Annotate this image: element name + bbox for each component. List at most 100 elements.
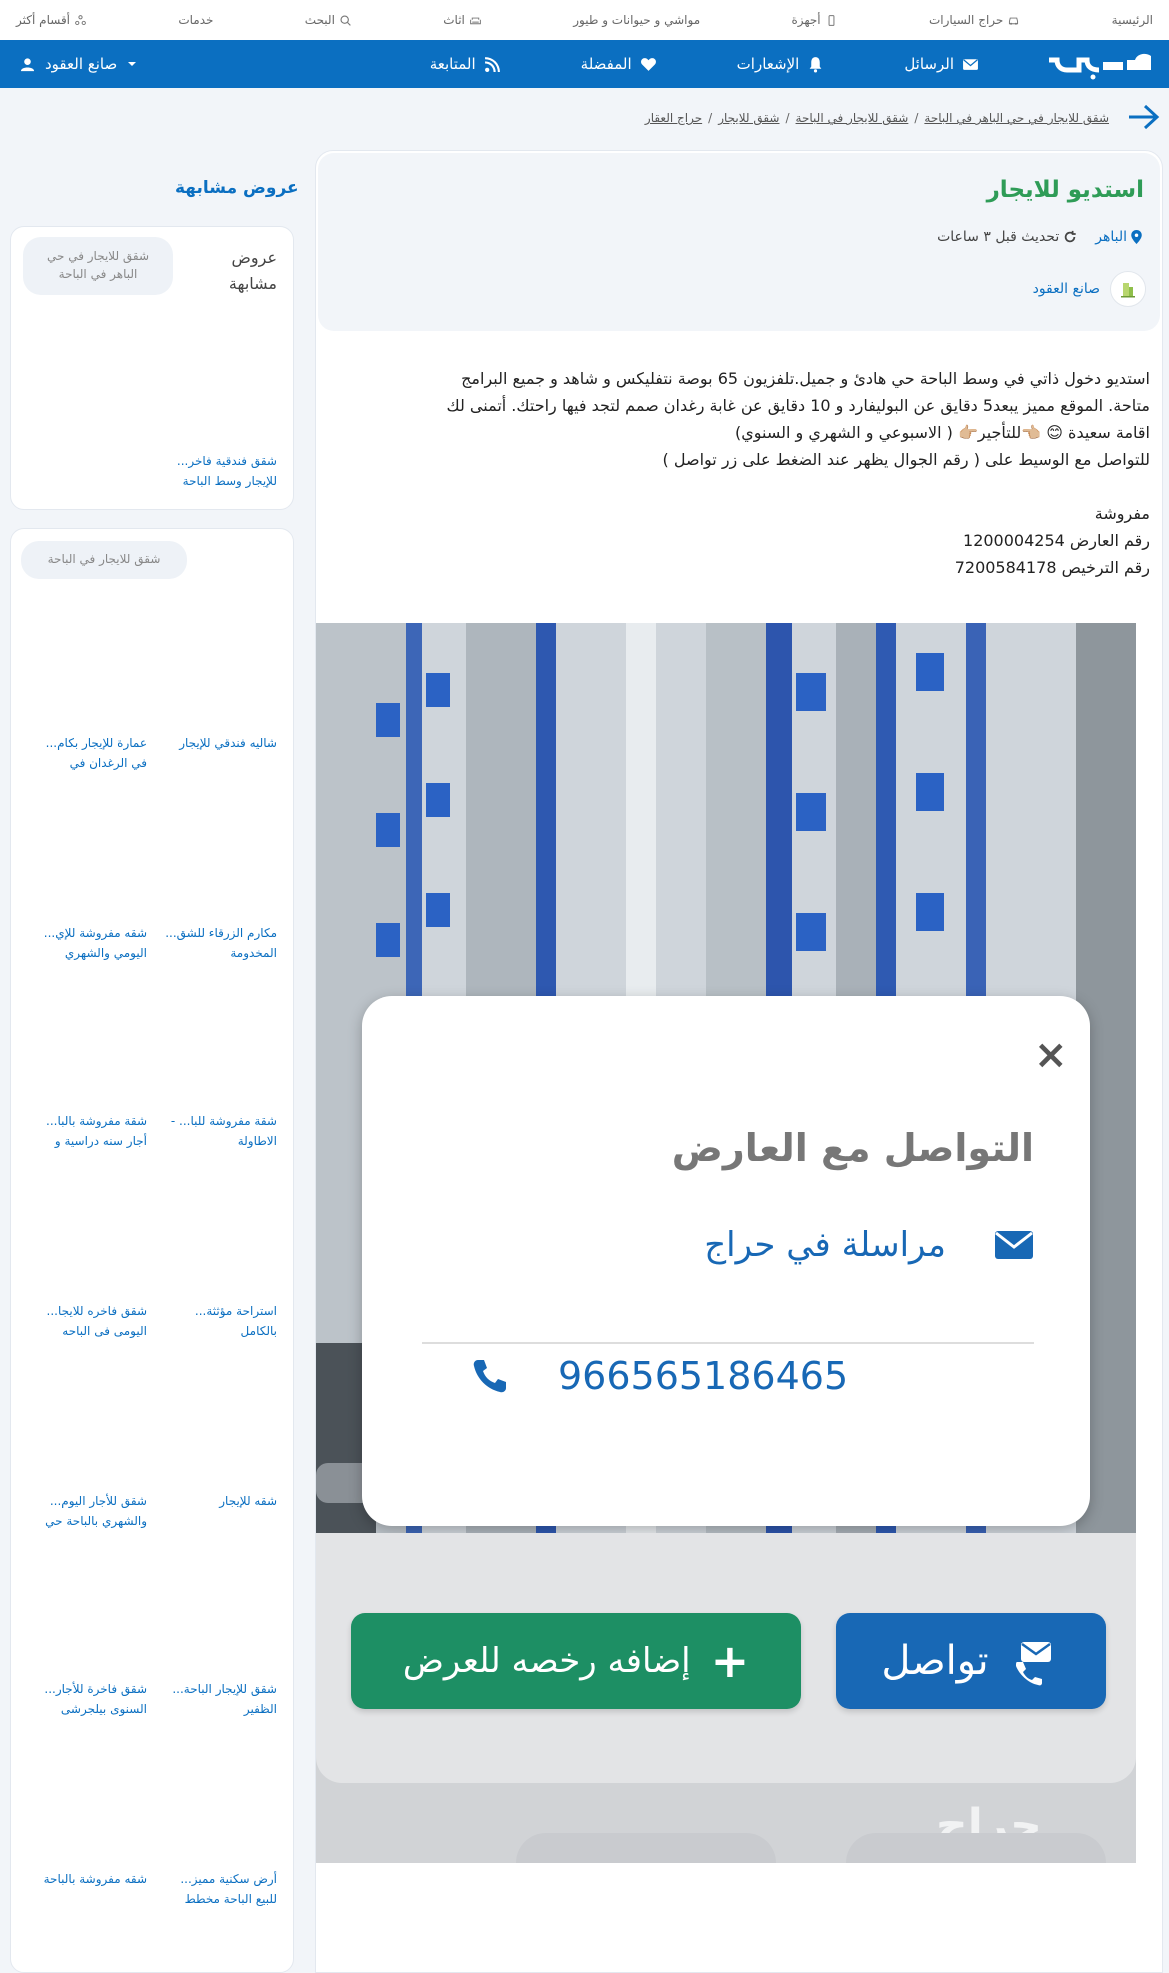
- faded-pill: [516, 1833, 776, 1863]
- similar-tag-pill[interactable]: شقق للايجار في الباحة: [21, 541, 187, 579]
- breadcrumb-separator: /: [914, 111, 919, 125]
- plus-icon: +: [710, 1634, 750, 1688]
- user-menu[interactable]: صانع العقود: [20, 40, 137, 88]
- updated-time: تحديث قبل ٣ ساعات: [937, 229, 1077, 245]
- top-link-label: حراج السيارات: [928, 13, 1004, 27]
- similar-link[interactable]: أرض سكنية مميز... للبيع الباحة مخطط: [157, 1869, 277, 1909]
- updated-text: تحديث قبل ٣ ساعات: [937, 229, 1060, 245]
- contact-phone-icon: [1015, 1642, 1051, 1686]
- app-bottom-bar: تواصل + إضافه رخصه للعرض حراج: [316, 1533, 1136, 1863]
- rss-icon: [484, 56, 500, 72]
- similar-link[interactable]: شقق للأجار اليوم... والشهري بالباحة حي: [27, 1491, 147, 1531]
- similar-offers-title: عروض مشابهة: [175, 178, 299, 198]
- top-link-search[interactable]: البحث: [305, 13, 352, 27]
- license-button-image: + إضافه رخصه للعرض: [351, 1613, 801, 1709]
- similar-link[interactable]: شقق فندقية فاخر... للإيجار وسط الباحة: [157, 451, 277, 491]
- similar-tag-pill[interactable]: شقق للايجار في حي الباهر في الباحة: [23, 237, 173, 295]
- top-link-label: أجهزة: [791, 13, 821, 27]
- sections-icon: [75, 14, 86, 25]
- modal-title: التواصل مع العارض: [671, 1126, 1034, 1170]
- haraj-logo[interactable]: [1041, 46, 1161, 82]
- similar-link[interactable]: شاليه فندقي للإيجار: [157, 733, 277, 753]
- similar-link[interactable]: شقق فاخره للايجا... اليومى فى الباحه: [27, 1301, 147, 1341]
- breadcrumb-item[interactable]: شقق للايجار في حي الباهر في الباحة: [924, 111, 1109, 125]
- breadcrumb-item[interactable]: حراج العقار: [645, 111, 702, 125]
- card-heading: عروض مشابهة: [228, 248, 277, 293]
- similar-link[interactable]: شقق للإيجار الباحة... الظفير: [157, 1679, 277, 1719]
- similar-link[interactable]: مكارم الزرقاء للشق... المخدومة: [157, 923, 277, 963]
- location-pin-icon: [1131, 230, 1142, 244]
- top-link-cars[interactable]: حراج السيارات: [929, 13, 1020, 27]
- author-name: صانع العقود: [1032, 281, 1100, 297]
- contact-button-image: تواصل: [836, 1613, 1106, 1709]
- phone-device-icon: [828, 14, 835, 26]
- similar-link[interactable]: شقه مفروشة بالباحة: [27, 1869, 147, 1889]
- city-name: الباهر: [1095, 229, 1127, 245]
- post-photo[interactable]: × التواصل مع العارض مراسلة في حراج 96656…: [316, 623, 1136, 1863]
- user-name: صانع العقود: [45, 55, 118, 73]
- caret-down-icon: [128, 62, 137, 66]
- phone-icon: [473, 1360, 506, 1393]
- top-link-more[interactable]: أقسام أكثر: [16, 13, 87, 27]
- envelope-icon: [963, 58, 978, 70]
- phone-option[interactable]: 966565186465: [422, 1346, 1034, 1406]
- similar-link[interactable]: شقه مفروشة للإي... اليومي والشهري: [27, 923, 147, 963]
- description-line: مفروشة: [1094, 504, 1150, 523]
- similar-link[interactable]: شقق فاخرة للأجار... السنوى بيلجرشى: [27, 1679, 147, 1719]
- building-logo-icon: [1121, 283, 1135, 298]
- breadcrumb-item[interactable]: شقق للايجار: [718, 111, 779, 125]
- top-link-services[interactable]: خدمات: [178, 13, 213, 27]
- nav-following[interactable]: المتابعة: [430, 55, 501, 73]
- top-link-furniture[interactable]: اثاث: [443, 13, 482, 27]
- faded-pill: [846, 1833, 1106, 1863]
- top-link-label: اثاث: [443, 13, 465, 27]
- breadcrumb-separator: /: [785, 111, 790, 125]
- top-link-label: البحث: [304, 13, 335, 27]
- top-link-label: خدمات: [178, 13, 214, 27]
- sofa-icon: [470, 17, 481, 24]
- nav-messages[interactable]: الرسائل: [904, 55, 979, 73]
- description-line: للتواصل مع الوسيط على ( رقم الجوال يظهر …: [662, 450, 1150, 469]
- top-link-home[interactable]: الرئيسية: [1112, 13, 1153, 27]
- post-panel: استديو للايجار الباهر تحديث قبل ٣ ساعات …: [315, 150, 1163, 1973]
- top-link-devices[interactable]: أجهزة: [791, 13, 837, 27]
- description-line: رقم الترخيص 7200584178: [954, 558, 1150, 577]
- post-header: استديو للايجار الباهر تحديث قبل ٣ ساعات …: [318, 153, 1160, 331]
- contact-label: تواصل: [881, 1638, 989, 1684]
- bell-icon: [809, 56, 822, 72]
- envelope-icon: [995, 1231, 1033, 1259]
- similar-link[interactable]: شقة مفروشة بالبا... أجار سنه دراسية و: [27, 1111, 147, 1151]
- license-label: إضافه رخصه للعرض: [402, 1641, 691, 1681]
- back-arrow-icon[interactable]: [1113, 102, 1161, 135]
- contact-modal: × التواصل مع العارض مراسلة في حراج 96656…: [362, 996, 1090, 1526]
- user-icon: [20, 57, 35, 71]
- similar-link[interactable]: شقة مفروشة للبا... - الاطاولة: [157, 1111, 277, 1151]
- similar-card-2: شقق للايجار في الباحة شاليه فندقي للإيجا…: [10, 528, 294, 1973]
- nav-label: الرسائل: [904, 55, 954, 73]
- post-meta: الباهر تحديث قبل ٣ ساعات: [937, 229, 1142, 245]
- similar-link[interactable]: شقه للإيجار: [157, 1491, 277, 1511]
- description-line: رقم العارض 1200004254: [963, 531, 1150, 550]
- description-line: استديو دخول ذاتي في وسط الباحة حي هادئ و…: [461, 369, 1150, 388]
- post-description: استديو دخول ذاتي في وسط الباحة حي هادئ و…: [316, 331, 1162, 581]
- nav-favorites[interactable]: المفضلة: [581, 55, 657, 73]
- main-navbar: الرسائل الإشعارات المفضلة المتابعة صانع …: [0, 40, 1169, 88]
- refresh-icon: [1065, 230, 1076, 243]
- breadcrumb-item[interactable]: شقق للايجار في الباحة: [796, 111, 909, 125]
- app-button-card: تواصل + إضافه رخصه للعرض: [316, 1533, 1136, 1783]
- author-link[interactable]: صانع العقود: [1033, 271, 1146, 307]
- description-line: متاحة. الموقع مميز يبعد5 دقايق عن البولي…: [446, 396, 1150, 415]
- similar-link[interactable]: عمارة للإيجار بكام... في الرغدان في: [27, 733, 147, 773]
- nav-label: المتابعة: [429, 55, 476, 73]
- close-icon[interactable]: ×: [1034, 1032, 1068, 1078]
- similar-link[interactable]: استراحة مؤثثة... بالكامل: [157, 1301, 277, 1341]
- top-category-bar: الرئيسية حراج السيارات أجهزة مواشي و حيو…: [0, 0, 1169, 40]
- top-link-label: مواشي و حيوانات و طيور: [573, 13, 701, 27]
- nav-label: المفضلة: [580, 55, 632, 73]
- message-option[interactable]: مراسلة في حراج: [422, 1216, 1034, 1344]
- top-link-animals[interactable]: مواشي و حيوانات و طيور: [573, 13, 700, 27]
- city-link[interactable]: الباهر: [1095, 229, 1142, 245]
- car-icon: [1009, 17, 1019, 25]
- nav-notifications[interactable]: الإشعارات: [737, 55, 825, 73]
